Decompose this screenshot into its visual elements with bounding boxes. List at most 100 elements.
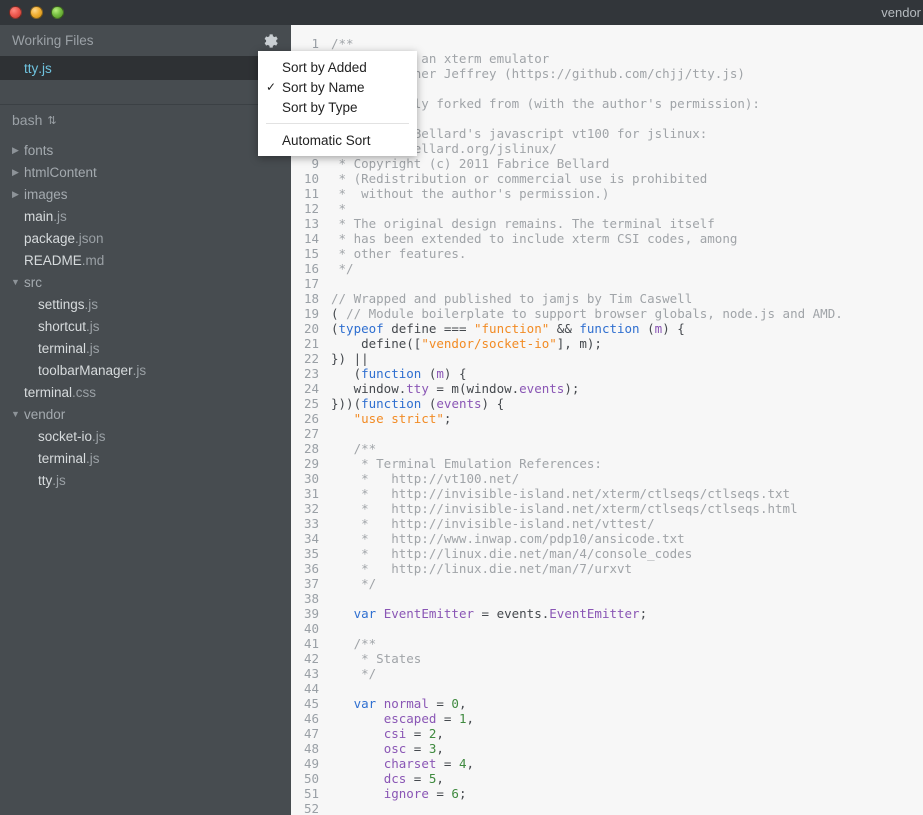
line-number: 1 — [311, 36, 319, 51]
code-token: 6 — [451, 786, 459, 801]
code-line-text: dcs = 5, — [331, 771, 444, 786]
tree-file-item[interactable]: settings .js — [0, 293, 291, 315]
tree-folder-fonts[interactable]: ▶ fonts — [0, 139, 291, 161]
code-line: 52 — [291, 801, 923, 815]
code-line-text: * other features. — [331, 246, 467, 261]
tree-folder-src[interactable]: ▼ src — [0, 271, 291, 293]
menu-item-label: Sort by Type — [282, 99, 358, 115]
close-button[interactable] — [9, 6, 22, 19]
tree-file-item[interactable]: tty .js — [0, 469, 291, 491]
working-files-title: Working Files — [12, 33, 94, 48]
tree-item-name: tty — [38, 472, 53, 488]
chevron-down-icon[interactable]: ▼ — [10, 277, 21, 287]
code-line: 11 * without the author's permission.) — [291, 186, 923, 201]
menu-item-automatic-sort[interactable]: Automatic Sort — [258, 130, 417, 150]
working-file-item-tty-js[interactable]: tty .js — [0, 56, 291, 80]
tree-file-item[interactable]: README .md — [0, 249, 291, 271]
tree-folder-htmlContent[interactable]: ▶ htmlContent — [0, 161, 291, 183]
tree-file-item[interactable]: terminal .js — [0, 447, 291, 469]
code-line-text: }))(function (events) { — [331, 396, 504, 411]
menu-item-sort-by-type[interactable]: Sort by Type — [258, 97, 417, 117]
tree-folder-vendor[interactable]: ▼ vendor — [0, 403, 291, 425]
code-line: 20 (typeof define === "function" && funct… — [291, 321, 923, 336]
code-line-text: var normal = 0, — [331, 696, 467, 711]
code-line: 18 // Wrapped and published to jamjs by T… — [291, 291, 923, 306]
code-token: }) || — [331, 351, 369, 366]
code-line-text: /** — [331, 636, 377, 651]
tree-file-item[interactable]: main .js — [0, 205, 291, 227]
chevron-right-icon[interactable]: ▶ — [10, 167, 21, 178]
tree-item-name: images — [24, 186, 68, 202]
code-token: osc — [383, 741, 407, 756]
tree-file-item[interactable]: terminal .css — [0, 381, 291, 403]
code-line: 12 * — [291, 201, 923, 216]
tree-file-item[interactable]: socket-io .js — [0, 425, 291, 447]
code-token: /** — [331, 636, 377, 651]
code-line-text: osc = 3, — [331, 741, 444, 756]
tree-file-item[interactable]: terminal .js — [0, 337, 291, 359]
code-token: = — [436, 711, 459, 726]
line-number: 52 — [303, 801, 319, 815]
tree-folder-images[interactable]: ▶ images — [0, 183, 291, 205]
code-token: function — [361, 366, 422, 381]
code-line-text: (typeof define === "function" && functio… — [331, 321, 685, 336]
menu-item-label: Sort by Added — [282, 59, 367, 75]
code-token: "vendor/socket-io" — [421, 336, 557, 351]
code-token: charset — [383, 756, 437, 771]
code-token: , — [466, 711, 475, 726]
tree-item-name: src — [24, 274, 42, 290]
line-number: 21 — [303, 336, 319, 351]
line-number: 51 — [303, 786, 319, 801]
code-line-text: }) || — [331, 351, 369, 366]
code-token: */ — [331, 576, 377, 591]
code-token: * Copyright (c) 2011 Fabrice Bellard — [331, 156, 610, 171]
chevron-right-icon[interactable]: ▶ — [10, 145, 21, 156]
code-line: 41 /** — [291, 636, 923, 651]
code-line: 30 * http://vt100.net/ — [291, 471, 923, 486]
line-number: 33 — [303, 516, 319, 531]
working-files-header: Working Files — [0, 25, 291, 56]
tree-item-name: socket-io — [38, 428, 93, 444]
working-files-list: tty .js — [0, 56, 291, 104]
chevron-down-icon[interactable]: ▼ — [10, 409, 21, 419]
code-line: 10 * (Redistribution or commercial use i… — [291, 171, 923, 186]
code-line: 42 * States — [291, 651, 923, 666]
code-token: EventEmitter — [549, 606, 640, 621]
code-token: var — [353, 696, 377, 711]
code-token: window. — [331, 381, 407, 396]
line-number: 25 — [303, 396, 319, 411]
line-number: 30 — [303, 471, 319, 486]
menu-item-sort-by-added[interactable]: Sort by Added — [258, 57, 417, 77]
zoom-button[interactable] — [51, 6, 64, 19]
tree-file-item[interactable]: toolbarManager .js — [0, 359, 291, 381]
code-line-text: * http://invisible-island.net/xterm/ctls… — [331, 501, 798, 516]
tree-item-name: README — [24, 252, 82, 268]
menu-item-sort-by-name[interactable]: ✓ Sort by Name — [258, 77, 417, 97]
line-number: 34 — [303, 531, 319, 546]
code-token: * http://linux.die.net/man/4/console_cod… — [331, 546, 693, 561]
line-number: 48 — [303, 741, 319, 756]
code-line-text: */ — [331, 261, 354, 276]
tree-item-extension: .md — [81, 252, 105, 268]
gear-icon[interactable] — [261, 32, 279, 50]
code-token: events — [519, 381, 565, 396]
line-number: 31 — [303, 486, 319, 501]
menu-item-label: Sort by Name — [282, 79, 365, 95]
code-line: 16 */ — [291, 261, 923, 276]
tree-file-item[interactable]: shortcut .js — [0, 315, 291, 337]
tree-file-item[interactable]: package .json — [0, 227, 291, 249]
code-line: 51 ignore = 6; — [291, 786, 923, 801]
line-number: 28 — [303, 441, 319, 456]
code-token: */ — [331, 261, 354, 276]
code-token: ) { — [481, 396, 505, 411]
title-bar: vendor — [0, 0, 923, 25]
code-token: = events. — [474, 606, 550, 621]
chevron-right-icon[interactable]: ▶ — [10, 189, 21, 200]
project-context-selector[interactable]: bash ⇅ — [0, 105, 291, 135]
code-line: 21 define(["vendor/socket-io"], m); — [291, 336, 923, 351]
minimize-button[interactable] — [30, 6, 43, 19]
